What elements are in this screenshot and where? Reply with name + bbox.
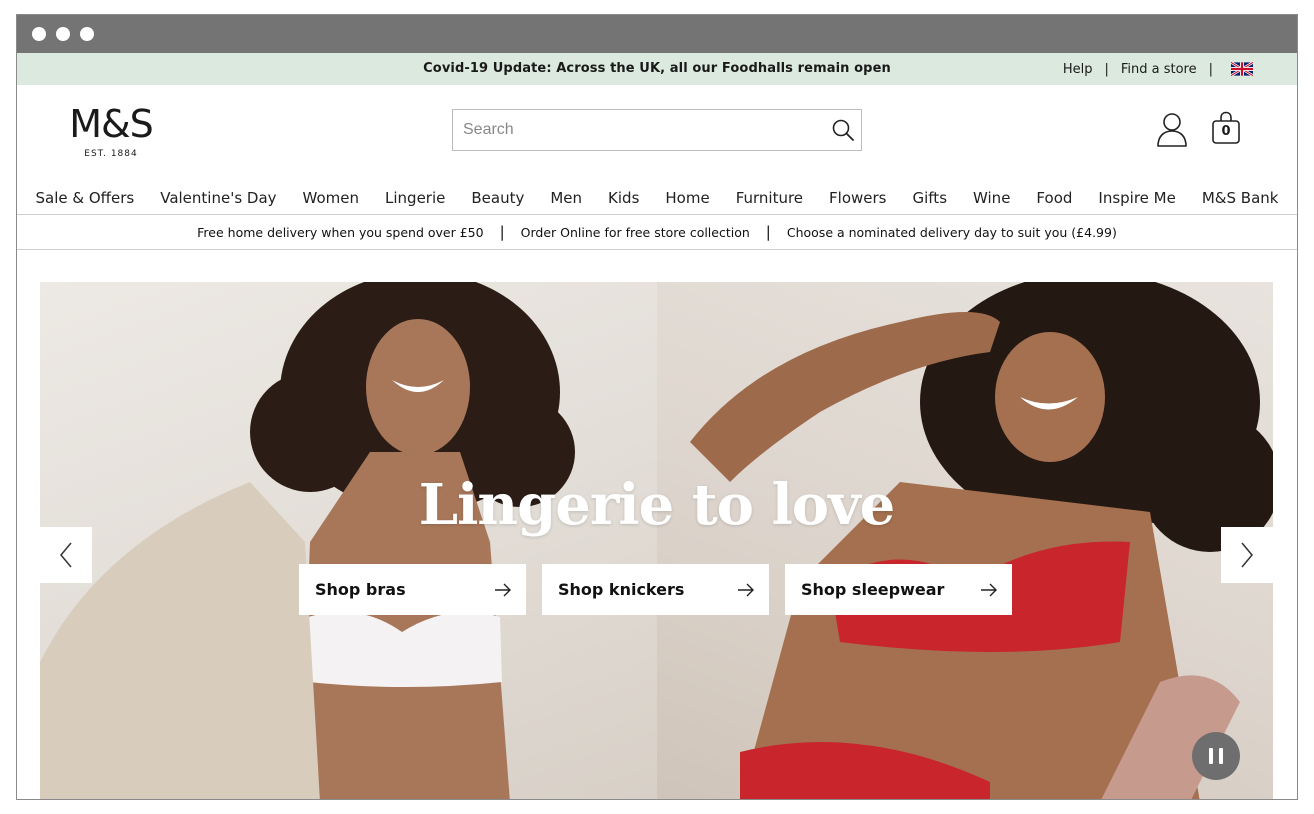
site-header: M&S EST. 1884 0 (17, 85, 1297, 181)
arrow-right-icon (738, 583, 754, 596)
shopping-bag-button[interactable]: 0 (1210, 111, 1242, 145)
delivery-info-nominated-day[interactable]: Choose a nominated delivery day to suit … (787, 225, 1117, 240)
nav-item-men[interactable]: Men (537, 189, 595, 207)
hero-cta-group: Shop bras Shop knickers Shop sleepwear (299, 564, 1012, 615)
hero-photo-illustration (40, 282, 1273, 799)
nav-item-valentine-s-day[interactable]: Valentine's Day (147, 189, 289, 207)
uk-flag-icon[interactable] (1231, 62, 1253, 76)
shop-sleepwear-button[interactable]: Shop sleepwear (785, 564, 1012, 615)
nav-item-beauty[interactable]: Beauty (458, 189, 537, 207)
nav-item-food[interactable]: Food (1023, 189, 1085, 207)
carousel-prev-button[interactable] (40, 527, 92, 583)
nav-item-gifts[interactable]: Gifts (900, 189, 961, 207)
window-maximize-dot[interactable] (80, 27, 94, 41)
browser-window: Covid-19 Update: Across the UK, all our … (16, 14, 1298, 800)
arrow-right-icon (495, 583, 511, 596)
shop-bras-button[interactable]: Shop bras (299, 564, 526, 615)
account-icon[interactable] (1155, 111, 1189, 147)
arrow-right-icon (981, 583, 997, 596)
ms-logo[interactable]: M&S EST. 1884 (65, 103, 157, 159)
nav-item-lingerie[interactable]: Lingerie (372, 189, 458, 207)
carousel-pause-button[interactable] (1192, 732, 1240, 780)
find-store-link[interactable]: Find a store (1121, 62, 1197, 77)
announcement-bar: Covid-19 Update: Across the UK, all our … (17, 53, 1297, 85)
nav-item-flowers[interactable]: Flowers (816, 189, 899, 207)
shop-bras-label: Shop bras (315, 580, 406, 599)
utility-links: Help | Find a store | (1063, 53, 1253, 85)
delivery-info-free-home[interactable]: Free home delivery when you spend over £… (197, 225, 483, 240)
nav-item-wine[interactable]: Wine (960, 189, 1023, 207)
search-box (452, 109, 862, 151)
nav-item-m-s-bank[interactable]: M&S Bank (1189, 189, 1292, 207)
utility-separator: | (1208, 61, 1213, 77)
window-close-dot[interactable] (32, 27, 46, 41)
utility-separator: | (1104, 61, 1109, 77)
main-navigation: Sale & Offers Valentine's Day Women Lingeri… (17, 181, 1297, 215)
carousel-next-button[interactable] (1221, 527, 1273, 583)
shop-knickers-button[interactable]: Shop knickers (542, 564, 769, 615)
delivery-info-store-collection[interactable]: Order Online for free store collection (521, 225, 750, 240)
nav-item-kids[interactable]: Kids (595, 189, 652, 207)
logo-wordmark: M&S (69, 102, 154, 146)
hero-headline: Lingerie to love (418, 472, 896, 538)
delivery-info-bar: Free home delivery when you spend over £… (17, 215, 1297, 250)
help-link[interactable]: Help (1063, 62, 1093, 77)
search-input[interactable] (453, 110, 827, 150)
pause-icon-bar (1219, 748, 1223, 764)
browser-chrome (17, 15, 1297, 53)
delivery-separator: | (499, 223, 505, 241)
search-icon[interactable] (827, 114, 859, 146)
shop-sleepwear-label: Shop sleepwear (801, 580, 945, 599)
bag-count: 0 (1221, 124, 1231, 139)
nav-item-furniture[interactable]: Furniture (723, 189, 816, 207)
nav-item-home[interactable]: Home (652, 189, 722, 207)
chevron-left-icon (60, 542, 72, 568)
hero-banner[interactable]: Lingerie to love Shop bras Shop knickers… (40, 282, 1273, 799)
nav-item-inspire-me[interactable]: Inspire Me (1085, 189, 1188, 207)
delivery-separator: | (765, 223, 771, 241)
nav-item-sale-offers[interactable]: Sale & Offers (23, 189, 148, 207)
logo-established: EST. 1884 (84, 149, 138, 159)
window-minimize-dot[interactable] (56, 27, 70, 41)
pause-icon-bar (1209, 748, 1213, 764)
nav-item-women[interactable]: Women (290, 189, 372, 207)
chevron-right-icon (1241, 542, 1253, 568)
shop-knickers-label: Shop knickers (558, 580, 685, 599)
